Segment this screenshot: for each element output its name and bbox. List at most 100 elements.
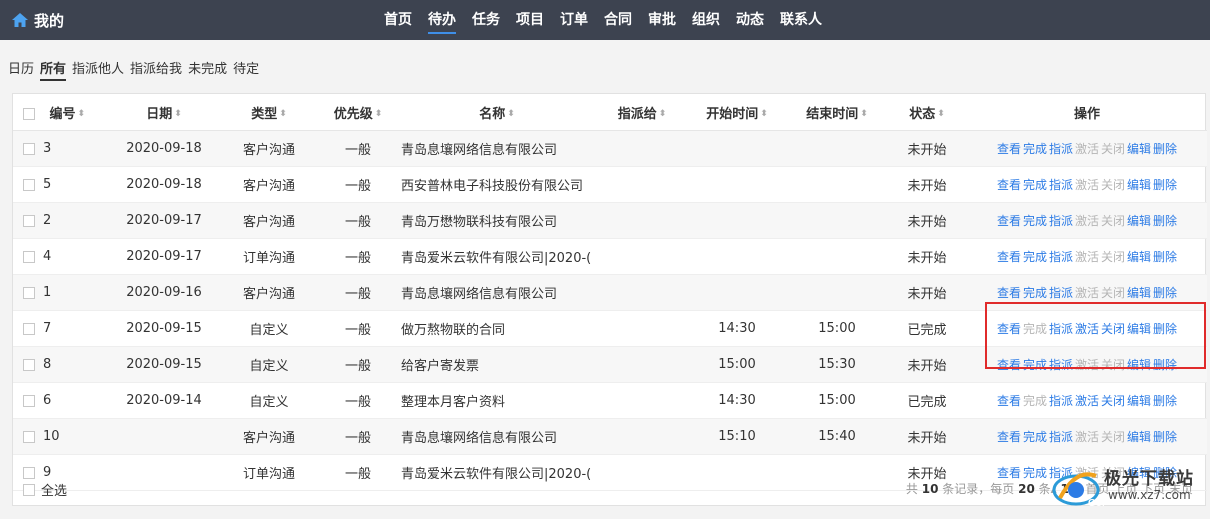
- row-checkbox[interactable]: [23, 394, 35, 407]
- action-6-link[interactable]: 删除: [1153, 358, 1177, 372]
- table-row[interactable]: 8 2020-09-15 自定义 一般 给客户寄发票 15:00 15:30 未开始 查看 完成指…: [13, 346, 1207, 383]
- action-0-link[interactable]: 查看: [997, 358, 1021, 372]
- table-row[interactable]: 3 2020-09-18 客户沟通 一般 青岛息壤网络信息有限公司 未开始 查看 完成 指派 激活…: [13, 130, 1207, 167]
- table-row[interactable]: 6 2020-09-14 自定义 一般 整理本月客户资料 14:30 15:00 已完成 查看完…: [13, 382, 1207, 419]
- nav-item-1[interactable]: 待办: [428, 0, 456, 40]
- nav-item-7[interactable]: 组织: [692, 0, 720, 40]
- action-5-link[interactable]: 编辑: [1127, 178, 1151, 192]
- action-2-link[interactable]: 指派: [1049, 394, 1073, 408]
- column-header-7[interactable]: 结束时间 ⬍: [787, 94, 887, 131]
- action-5-link[interactable]: 编辑: [1127, 322, 1151, 336]
- action-5-link[interactable]: 编辑: [1127, 394, 1151, 408]
- row-checkbox[interactable]: [23, 178, 35, 191]
- action-1-link[interactable]: 完成: [1023, 250, 1047, 264]
- nav-item-6[interactable]: 审批: [648, 0, 676, 40]
- action-1-link[interactable]: 完成: [1023, 286, 1047, 300]
- column-header-3[interactable]: 优先级 ⬍: [319, 94, 397, 131]
- row-checkbox[interactable]: [23, 250, 35, 263]
- table-row[interactable]: 7 2020-09-15 自定义 一般 做万熬物联的合同 14:30 15:00 已完成 查看完…: [13, 310, 1207, 347]
- sort-icon[interactable]: ⬍: [659, 109, 667, 119]
- action-5-link[interactable]: 编辑: [1127, 214, 1151, 228]
- sort-icon[interactable]: ⬍: [860, 109, 868, 119]
- action-5-link[interactable]: 编辑: [1127, 430, 1151, 444]
- nav-item-0[interactable]: 首页: [384, 0, 412, 40]
- action-4-link[interactable]: 关闭: [1101, 322, 1125, 336]
- row-checkbox[interactable]: [23, 286, 35, 299]
- column-header-5[interactable]: 指派给 ⬍: [597, 94, 687, 131]
- row-checkbox[interactable]: [23, 214, 35, 227]
- table-row[interactable]: 2 2020-09-17 客户沟通 一般 青岛万懋物联科技有限公司 未开始 查看 完成 指派 激活…: [13, 202, 1207, 239]
- action-4-link[interactable]: 关闭: [1101, 394, 1125, 408]
- action-2-link[interactable]: 指派: [1049, 250, 1073, 264]
- action-6-link[interactable]: 删除: [1153, 430, 1177, 444]
- action-6-link[interactable]: 删除: [1153, 394, 1177, 408]
- action-1-link[interactable]: 完成: [1023, 142, 1047, 156]
- action-0-link[interactable]: 查看: [997, 286, 1021, 300]
- filter-tab-4[interactable]: 未完成: [188, 58, 227, 81]
- nav-item-8[interactable]: 动态: [736, 0, 764, 40]
- action-2-link[interactable]: 指派: [1049, 214, 1073, 228]
- action-6-link[interactable]: 删除: [1153, 286, 1177, 300]
- action-5-link[interactable]: 编辑: [1127, 142, 1151, 156]
- table-row[interactable]: 1 2020-09-16 客户沟通 一般 青岛息壤网络信息有限公司 未开始 查看 完成 指派 激活…: [13, 274, 1207, 311]
- action-0-link[interactable]: 查看: [997, 430, 1021, 444]
- column-header-0[interactable]: 编号 ⬍: [13, 94, 109, 131]
- action-2-link[interactable]: 指派: [1049, 142, 1073, 156]
- row-checkbox[interactable]: [23, 358, 35, 371]
- nav-item-5[interactable]: 合同: [604, 0, 632, 40]
- filter-tab-1[interactable]: 所有: [40, 58, 67, 81]
- per-page-select[interactable]: 20: [1018, 482, 1035, 496]
- action-6-link[interactable]: 删除: [1153, 322, 1177, 336]
- action-2-link[interactable]: 指派: [1049, 430, 1073, 444]
- action-0-link[interactable]: 查看: [997, 250, 1021, 264]
- table-row[interactable]: 10 客户沟通 一般 青岛息壤网络信息有限公司 15:10 15:40 未开始 查看 完成 指派激…: [13, 418, 1207, 455]
- action-5-link[interactable]: 编辑: [1127, 286, 1151, 300]
- action-0-link[interactable]: 查看: [997, 394, 1021, 408]
- action-6-link[interactable]: 删除: [1153, 142, 1177, 156]
- sort-icon[interactable]: ⬍: [279, 109, 287, 119]
- action-1-link[interactable]: 完成: [1023, 214, 1047, 228]
- filter-tab-3[interactable]: 指派给我: [130, 58, 182, 81]
- sort-icon[interactable]: ⬍: [78, 109, 86, 119]
- action-0-link[interactable]: 查看: [997, 322, 1021, 336]
- sort-icon[interactable]: ⬍: [375, 109, 383, 119]
- action-2-link[interactable]: 指派: [1049, 322, 1073, 336]
- sort-icon[interactable]: ⬍: [174, 109, 182, 119]
- nav-item-3[interactable]: 项目: [516, 0, 544, 40]
- row-checkbox[interactable]: [23, 322, 35, 335]
- select-all-checkbox[interactable]: [23, 483, 35, 496]
- action-0-link[interactable]: 查看: [997, 142, 1021, 156]
- action-0-link[interactable]: 查看: [997, 178, 1021, 192]
- action-0-link[interactable]: 查看: [997, 214, 1021, 228]
- filter-tab-5[interactable]: 待定: [233, 58, 259, 81]
- column-header-2[interactable]: 类型 ⬍: [219, 94, 319, 131]
- column-header-4[interactable]: 名称 ⬍: [397, 94, 597, 131]
- action-5-link[interactable]: 编辑: [1127, 358, 1151, 372]
- select-all[interactable]: 全选: [23, 480, 67, 499]
- action-6-link[interactable]: 删除: [1153, 250, 1177, 264]
- column-header-8[interactable]: 状态 ⬍: [887, 94, 967, 131]
- action-6-link[interactable]: 删除: [1153, 214, 1177, 228]
- action-1-link[interactable]: 完成: [1023, 430, 1047, 444]
- column-header-1[interactable]: 日期 ⬍: [109, 94, 219, 131]
- row-checkbox[interactable]: [23, 142, 35, 155]
- action-2-link[interactable]: 指派: [1049, 286, 1073, 300]
- sort-icon[interactable]: ⬍: [937, 109, 945, 119]
- action-2-link[interactable]: 指派: [1049, 178, 1073, 192]
- action-1-link[interactable]: 完成: [1023, 358, 1047, 372]
- header-checkbox[interactable]: [23, 108, 35, 120]
- action-6-link[interactable]: 删除: [1153, 178, 1177, 192]
- action-3-link[interactable]: 激活: [1075, 394, 1099, 408]
- action-5-link[interactable]: 编辑: [1127, 250, 1151, 264]
- table-row[interactable]: 4 2020-09-17 订单沟通 一般 青岛爱米云软件有限公司|2020-(未开始 查看…: [13, 238, 1207, 275]
- sort-icon[interactable]: ⬍: [760, 109, 768, 119]
- nav-item-4[interactable]: 订单: [560, 0, 588, 40]
- filter-tab-0[interactable]: 日历: [8, 58, 34, 81]
- table-row[interactable]: 5 2020-09-18 客户沟通 一般 西安普林电子科技股份有限公司 未开始 查看 完成 指派…: [13, 166, 1207, 203]
- row-checkbox[interactable]: [23, 430, 35, 443]
- action-3-link[interactable]: 激活: [1075, 322, 1099, 336]
- brand[interactable]: 我的: [12, 0, 64, 40]
- action-1-link[interactable]: 完成: [1023, 178, 1047, 192]
- nav-item-9[interactable]: 联系人: [780, 0, 822, 40]
- column-header-6[interactable]: 开始时间 ⬍: [687, 94, 787, 131]
